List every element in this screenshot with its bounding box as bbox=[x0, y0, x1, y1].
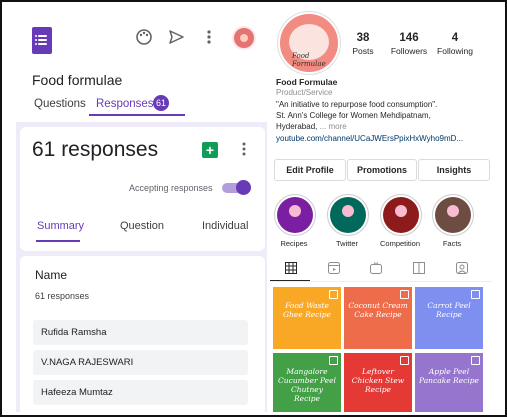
multi-photo-icon bbox=[471, 290, 480, 299]
profile-link[interactable]: youtube.com/channel/UCaJWErsPpixHxWyho9m… bbox=[276, 134, 463, 143]
post-title: Apple Peel Pancake Recipe bbox=[419, 367, 479, 385]
responses-count-badge: 61 bbox=[153, 95, 169, 111]
highlight-label: Twitter bbox=[335, 239, 359, 248]
multi-photo-icon bbox=[471, 356, 480, 365]
forms-logo-icon[interactable] bbox=[32, 27, 52, 54]
profile-avatar[interactable]: Food Formulae bbox=[278, 12, 340, 74]
multi-photo-icon bbox=[329, 356, 338, 365]
post-tile[interactable]: Coconut Cream Cake Recipe bbox=[344, 287, 412, 349]
post-title: Coconut Cream Cake Recipe bbox=[348, 301, 408, 319]
grid-icon[interactable] bbox=[284, 262, 298, 276]
avatar-logo-text: Food Formulae bbox=[292, 52, 326, 68]
highlight-cover bbox=[277, 197, 313, 233]
insights-button[interactable]: Insights bbox=[418, 159, 490, 181]
account-avatar[interactable] bbox=[232, 26, 256, 50]
highlight-cover bbox=[383, 197, 419, 233]
list-item: Rufida Ramsha bbox=[33, 320, 248, 345]
more-options-icon[interactable] bbox=[239, 141, 249, 159]
accepting-responses-label: Accepting responses bbox=[129, 183, 213, 193]
post-title: Mangalore Cucumber Peel Chutney Recipe bbox=[278, 367, 336, 403]
posts-label: Posts bbox=[352, 46, 374, 56]
tab-individual[interactable]: Individual bbox=[202, 220, 248, 232]
edit-profile-button[interactable]: Edit Profile bbox=[274, 159, 346, 181]
question-title: Name bbox=[35, 268, 68, 282]
question-response-count: 61 responses bbox=[35, 291, 90, 301]
sheets-icon[interactable]: + bbox=[202, 142, 218, 158]
tab-questions[interactable]: Questions bbox=[34, 98, 86, 110]
multi-photo-icon bbox=[329, 290, 338, 299]
post-tile[interactable]: Leftover Chicken Stew Recipe bbox=[344, 353, 412, 412]
following-label: Following bbox=[437, 46, 473, 56]
post-tile[interactable]: Apple Peel Pancake Recipe bbox=[415, 353, 483, 412]
guides-icon[interactable] bbox=[412, 262, 426, 276]
tab-question[interactable]: Question bbox=[120, 220, 164, 232]
post-title: Carrot Peel Recipe bbox=[427, 301, 471, 319]
highlight-label: Recipes bbox=[280, 239, 308, 248]
highlight-cover bbox=[435, 197, 471, 233]
post-title: Leftover Chicken Stew Recipe bbox=[351, 367, 405, 394]
post-tile[interactable]: Food Waste Ghee Recipe bbox=[273, 287, 341, 349]
post-tile[interactable]: Carrot Peel Recipe bbox=[415, 287, 483, 349]
send-icon[interactable] bbox=[166, 28, 186, 48]
instagram-panel: Food Formulae 38 Posts 146 Followers 4 F… bbox=[270, 10, 492, 412]
tagged-icon[interactable] bbox=[455, 262, 469, 276]
posts-count[interactable]: 38 bbox=[338, 32, 388, 44]
tab-responses[interactable]: Responses bbox=[96, 98, 154, 110]
igtv-icon[interactable] bbox=[369, 262, 383, 276]
form-title: Food formulae bbox=[32, 72, 123, 88]
multi-photo-icon bbox=[400, 290, 409, 299]
post-tile[interactable]: Mangalore Cucumber Peel Chutney Recipe bbox=[273, 353, 341, 412]
highlight-facts[interactable]: Facts bbox=[432, 194, 474, 248]
list-item: Hafeeza Mumtaz bbox=[33, 380, 248, 405]
more-vert-icon[interactable] bbox=[199, 28, 219, 48]
google-forms-panel: Food formulae Questions Responses 61 61 … bbox=[16, 10, 267, 412]
post-title: Food Waste Ghee Recipe bbox=[282, 301, 331, 319]
multi-photo-icon bbox=[400, 356, 409, 365]
tab-summary[interactable]: Summary bbox=[37, 220, 84, 232]
promotions-button[interactable]: Promotions bbox=[347, 159, 417, 181]
screenshot-frame: Food formulae Questions Responses 61 61 … bbox=[0, 0, 507, 417]
responses-heading: 61 responses bbox=[32, 138, 159, 161]
following-count[interactable]: 4 bbox=[430, 32, 480, 44]
highlight-recipes[interactable]: Recipes bbox=[274, 194, 316, 248]
active-tab-indicator bbox=[89, 114, 185, 116]
bio-line: "An initiative to repurpose food consump… bbox=[276, 100, 438, 109]
palette-icon[interactable] bbox=[134, 28, 154, 48]
followers-count[interactable]: 146 bbox=[384, 32, 434, 44]
active-subtab-indicator bbox=[36, 240, 80, 242]
highlight-twitter[interactable]: Twitter bbox=[327, 194, 369, 248]
reels-icon[interactable] bbox=[327, 262, 341, 276]
active-grid-tab-indicator bbox=[270, 280, 310, 281]
highlight-label: Facts bbox=[442, 239, 462, 248]
bio-line-text: Hyderabad, bbox=[276, 122, 318, 131]
bio-line: St. Ann's College for Women Mehdipatnam, bbox=[276, 111, 431, 120]
followers-label: Followers bbox=[390, 46, 428, 56]
profile-name: Food Formulae bbox=[276, 77, 338, 87]
list-item: V.NAGA RAJESWARI bbox=[33, 350, 248, 375]
highlight-label: Competition bbox=[380, 239, 421, 248]
profile-category: Product/Service bbox=[276, 88, 333, 97]
bio-more-link[interactable]: ... more bbox=[320, 122, 347, 131]
highlight-competition[interactable]: Competition bbox=[380, 194, 422, 248]
bio-line: Hyderabad, ... more bbox=[276, 122, 347, 131]
tab-divider bbox=[270, 281, 492, 282]
accepting-responses-toggle[interactable] bbox=[222, 180, 251, 195]
highlight-cover bbox=[330, 197, 366, 233]
